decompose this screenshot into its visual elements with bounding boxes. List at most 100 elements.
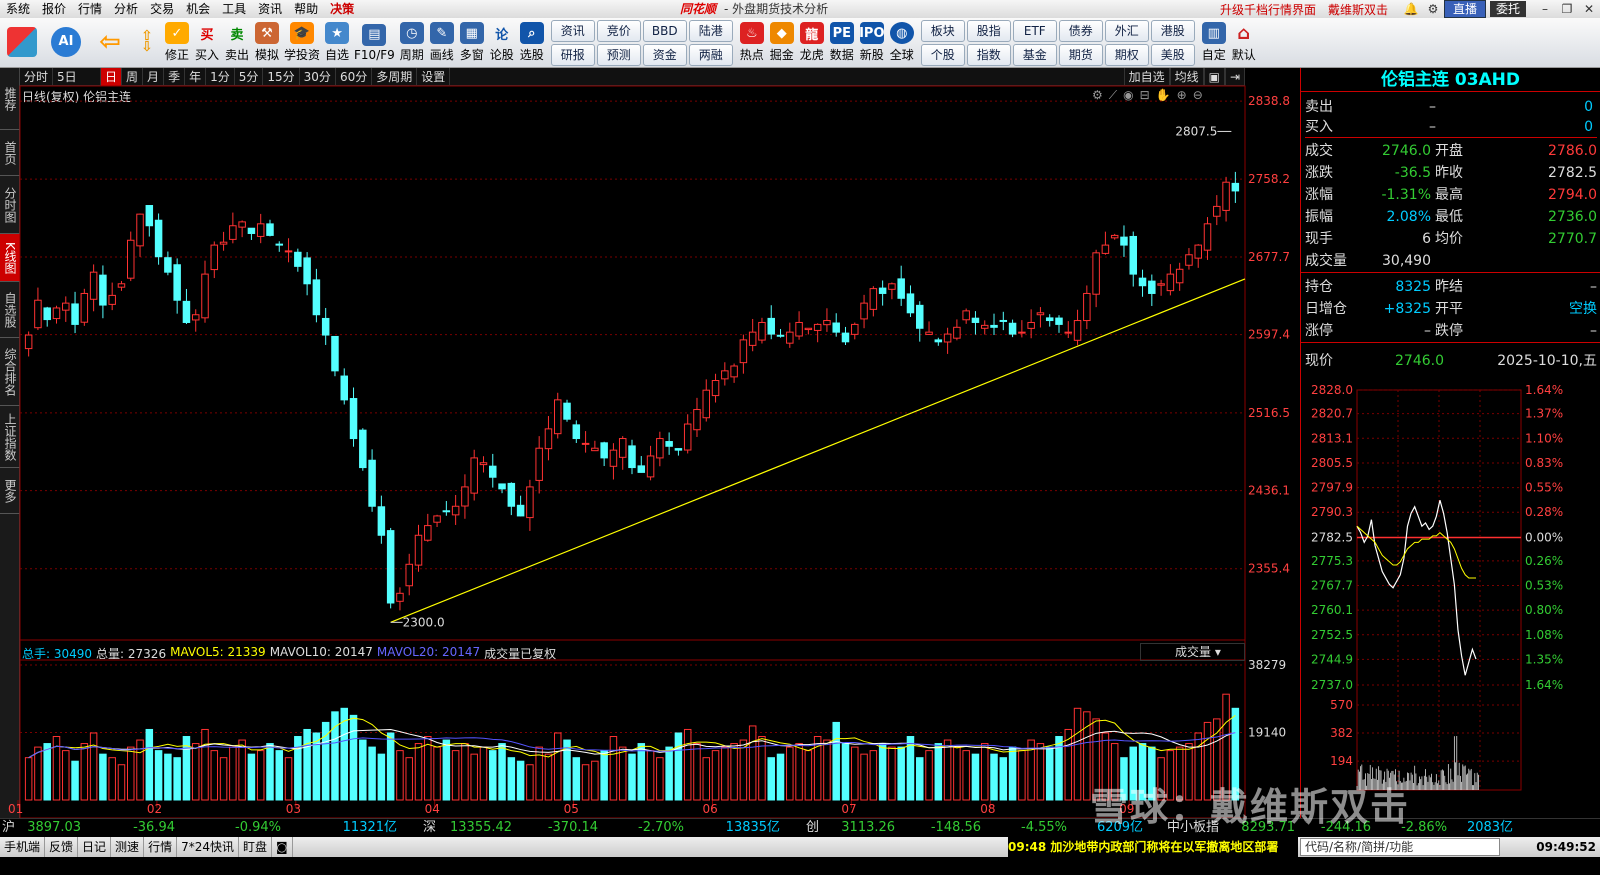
- intraday-price-label: 2737.0: [1311, 678, 1353, 692]
- volume-bar: [34, 746, 42, 801]
- intraday-price-label: 2813.1: [1311, 431, 1353, 445]
- intraday-price-label: 2782.5: [1311, 531, 1353, 545]
- quote-value: 2.08%: [1386, 209, 1431, 225]
- task-quote[interactable]: 行情: [144, 837, 178, 857]
- user-link[interactable]: 戴维斯双击: [1328, 1, 1388, 18]
- candle-body: [1194, 244, 1202, 259]
- candle-body: [229, 225, 237, 240]
- quote-label: 开平: [1435, 301, 1463, 317]
- bell-icon[interactable]: 🔔: [1400, 2, 1422, 16]
- gear-icon[interactable]: ⚙: [1422, 2, 1444, 16]
- volume-bar: [470, 753, 478, 801]
- volume-bar: [238, 739, 246, 801]
- ask-row: 卖出 – 0: [1305, 96, 1597, 118]
- volume-bar: [516, 760, 525, 801]
- live-button[interactable]: 直播: [1443, 0, 1486, 18]
- candle-body: [489, 465, 497, 478]
- volume-bar: [980, 743, 989, 801]
- volume-bar: [776, 753, 785, 801]
- volume-bar: [637, 743, 646, 801]
- volume-bar: [396, 750, 404, 801]
- candle-body: [711, 380, 720, 397]
- candle-body: [851, 323, 859, 335]
- quote-value: 30,490: [1382, 253, 1431, 269]
- intraday-price-label: 2790.3: [1311, 505, 1353, 519]
- candle-body: [89, 271, 98, 300]
- camera-icon[interactable]: ◙: [272, 837, 293, 857]
- month-label: 02: [147, 802, 162, 816]
- candle-body: [813, 323, 822, 331]
- task-feedback[interactable]: 反馈: [45, 837, 79, 857]
- candle-body: [312, 279, 321, 316]
- volume-tick-label: 19140: [1248, 725, 1286, 739]
- restore-icon[interactable]: ❐: [1556, 2, 1578, 16]
- volume-bar: [80, 743, 89, 801]
- volume-bar: [683, 728, 692, 801]
- now-price-value: 2746.0: [1395, 353, 1444, 369]
- volume-bar: [897, 746, 905, 801]
- ask-label: 卖出: [1305, 99, 1333, 115]
- volume-bar: [730, 743, 738, 801]
- candle-body: [544, 428, 553, 450]
- volume-bar: [108, 757, 116, 801]
- task-speedtest[interactable]: 测速: [111, 837, 145, 857]
- candle-body: [971, 317, 980, 323]
- volume-bar: [275, 750, 284, 801]
- quote-label: 均价: [1435, 231, 1463, 247]
- trust-button[interactable]: 委托: [1489, 1, 1526, 17]
- candle-body: [238, 221, 246, 228]
- month-label: 06: [702, 802, 717, 816]
- volume-bar: [349, 714, 358, 801]
- quote-label: 日增仓: [1305, 301, 1347, 317]
- candle-body: [321, 317, 330, 336]
- intraday-price-label: 2828.0: [1311, 383, 1353, 397]
- candle-body: [683, 423, 692, 451]
- candle-body: [1045, 317, 1054, 322]
- candle-body: [1185, 254, 1193, 266]
- candle-body: [656, 438, 664, 459]
- quote-value: 2794.0: [1548, 187, 1597, 203]
- intraday-pct-label: 1.64%: [1525, 678, 1563, 692]
- volume-bar: [377, 753, 386, 801]
- candle-body: [767, 317, 775, 335]
- candle-body: [878, 287, 887, 294]
- candle-body: [980, 324, 989, 329]
- intraday-pct-label: 0.53%: [1525, 578, 1563, 592]
- code-search-input[interactable]: 代码/名称/简拼/功能: [1300, 838, 1500, 856]
- now-price-label: 现价: [1305, 353, 1333, 369]
- quote-value: 2782.5: [1548, 165, 1597, 181]
- volume-bar: [943, 739, 952, 801]
- intraday-chart[interactable]: 2828.0 1.64% 2820.7 1.37% 2813.1 1.10% 2805.5 0…: [1301, 380, 1600, 810]
- candle-body: [1083, 292, 1091, 322]
- task-mobile[interactable]: 手机端: [0, 837, 46, 857]
- task-monitor[interactable]: 盯盘: [239, 837, 272, 857]
- candle-body: [145, 205, 154, 227]
- candle-body: [154, 219, 163, 258]
- task-flash[interactable]: 7*24快讯: [177, 837, 239, 857]
- intraday-price-label: 2752.5: [1311, 628, 1353, 642]
- candle-body: [294, 251, 302, 267]
- close-icon[interactable]: ✕: [1578, 2, 1600, 16]
- news-ticker[interactable]: 09:48 加沙地带内政部门称将在以军撤离地区部署: [1008, 837, 1298, 857]
- candle-body: [191, 314, 200, 321]
- volume-bar: [581, 764, 590, 801]
- price-tick-label: 2758.2: [1248, 172, 1290, 186]
- candle-body: [1157, 283, 1165, 286]
- candle-body: [581, 442, 590, 445]
- watermark: 雪球：戴维斯双击: [1090, 785, 1411, 829]
- candle-body: [1231, 182, 1240, 192]
- indicator-selector[interactable]: 成交量 ▾: [1140, 643, 1245, 661]
- candle-body: [24, 334, 33, 350]
- kline-chart[interactable]: 2838.8 2758.2 2677.7 2597.4 2516.5 2436.1 2355…: [0, 0, 1300, 818]
- volume-bar: [99, 753, 107, 801]
- cy-change: -148.56: [930, 820, 982, 835]
- minimize-icon[interactable]: –: [1534, 2, 1556, 16]
- bottom-taskbar: 手机端 反馈 日记 测速 行情 7*24快讯 盯盘 ◙ 09:48 加沙地带内政…: [0, 837, 1600, 857]
- sh-value: 3897.03: [27, 820, 82, 835]
- volume-bar: [424, 736, 432, 801]
- quote-label: 振幅: [1305, 209, 1333, 225]
- candle-body: [869, 288, 878, 310]
- volume-bar: [990, 753, 998, 801]
- task-diary[interactable]: 日记: [78, 837, 112, 857]
- candle-body: [349, 398, 358, 440]
